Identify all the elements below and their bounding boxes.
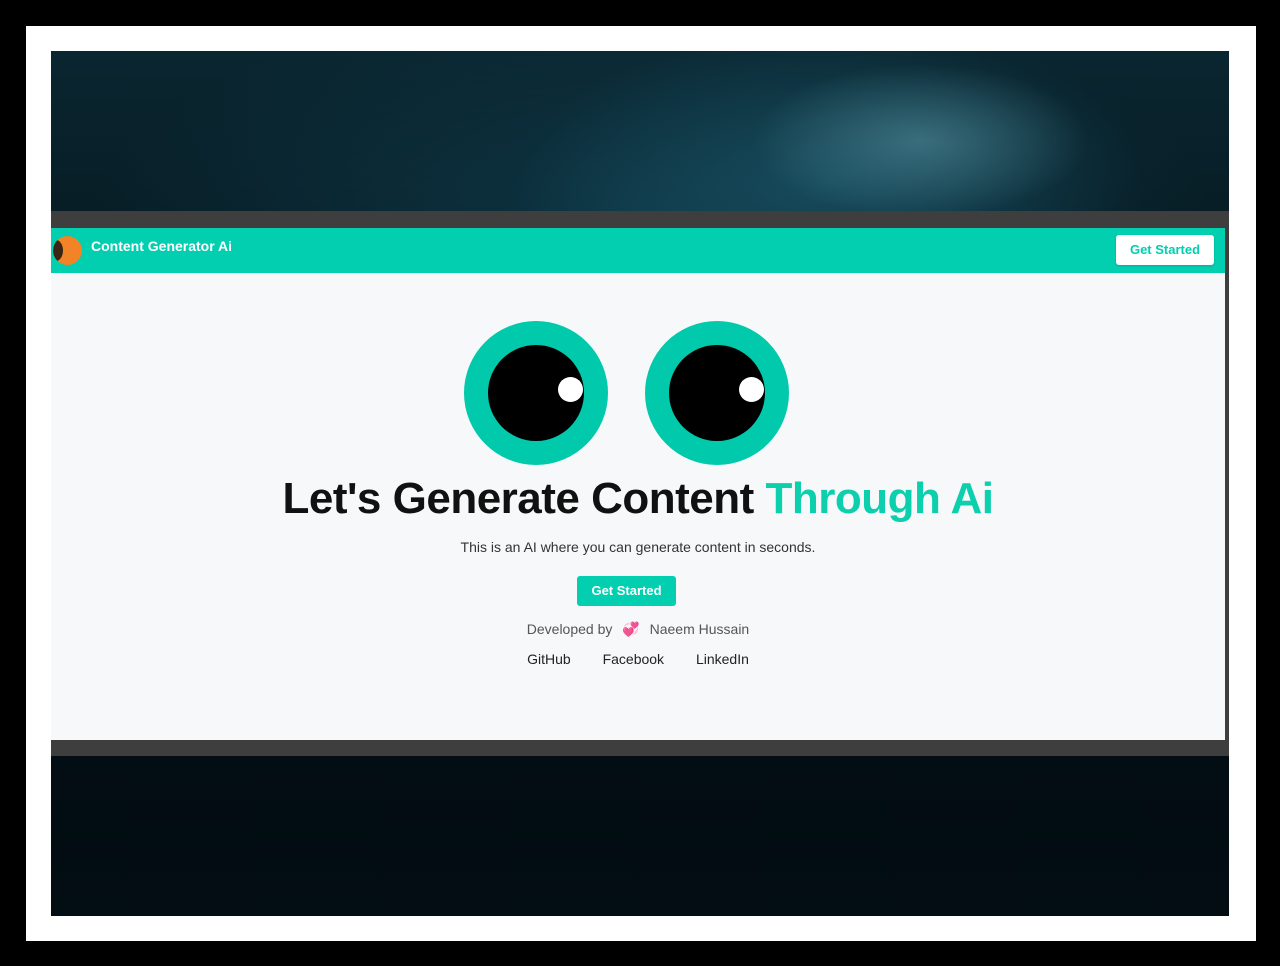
hero-get-started-button[interactable]: Get Started: [577, 576, 676, 606]
left-eye-icon: [464, 321, 608, 465]
cartoon-eyes-icon: [464, 321, 790, 465]
right-eye-icon: [645, 321, 789, 465]
right-glint: [739, 377, 764, 402]
app-window: Content Generator Ai Get Started Let's G…: [51, 228, 1225, 740]
github-link[interactable]: GitHub: [527, 651, 571, 667]
facebook-link[interactable]: Facebook: [603, 651, 664, 667]
hero-subtitle: This is an AI where you can generate con…: [460, 539, 816, 555]
right-pupil: [669, 345, 765, 441]
linkedin-link[interactable]: LinkedIn: [696, 651, 749, 667]
left-glint: [558, 377, 583, 402]
half-moon-logo-icon[interactable]: [53, 236, 82, 265]
navbar: Content Generator Ai Get Started: [51, 228, 1225, 273]
headline-main: Let's Generate Content: [282, 474, 754, 523]
headline-accent: Through Ai: [765, 474, 994, 523]
left-pupil: [488, 345, 584, 441]
brand-name[interactable]: Content Generator Ai: [91, 238, 232, 254]
heart-icon: 💞: [622, 621, 640, 637]
social-links: GitHub Facebook LinkedIn: [51, 651, 1225, 667]
developer-credit: Developed by 💞 Naeem Hussain: [51, 621, 1225, 638]
hero-headline: Let's Generate Content Through Ai: [51, 474, 1225, 524]
credit-prefix: Developed by: [526, 621, 613, 637]
credit-author: Naeem Hussain: [649, 621, 750, 637]
nav-get-started-button[interactable]: Get Started: [1116, 235, 1214, 265]
